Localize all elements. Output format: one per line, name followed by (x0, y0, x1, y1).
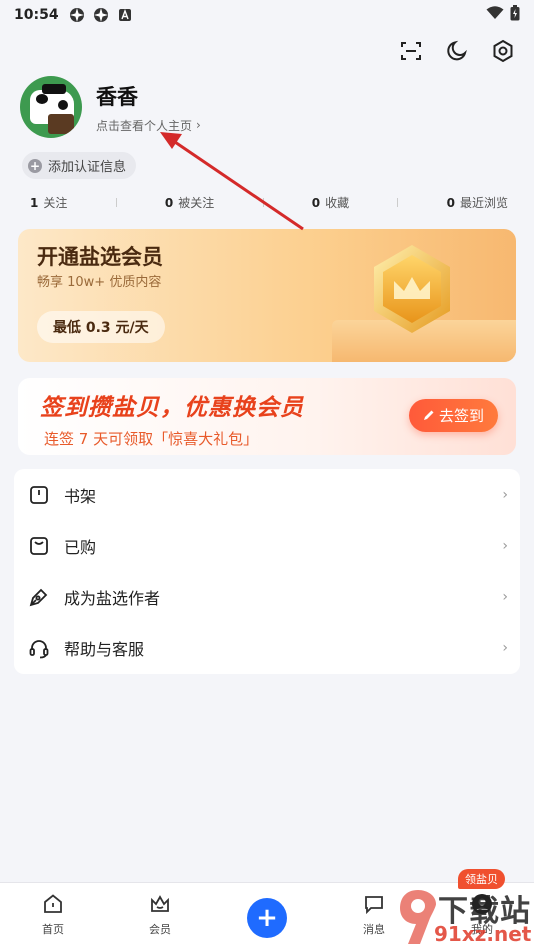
chevron-right-icon: › (196, 118, 201, 132)
scan-icon[interactable] (398, 38, 424, 64)
tab-label: 首页 (42, 923, 64, 936)
notification-a-icon (117, 7, 133, 23)
menu-item-bookshelf[interactable]: 书架 › (14, 469, 520, 520)
status-bar: 10:54 (0, 0, 534, 30)
stat-followers[interactable]: 0 被关注 (165, 194, 214, 211)
pen-icon (28, 586, 50, 608)
settings-icon[interactable] (490, 38, 516, 64)
sign-in-button[interactable]: 去签到 (408, 399, 498, 432)
stat-following[interactable]: 1 关注 (30, 194, 67, 211)
headset-icon (28, 637, 50, 659)
status-time: 10:54 (14, 7, 59, 23)
tab-home[interactable]: 首页 (23, 891, 83, 937)
battery-icon (510, 5, 520, 25)
bookshelf-icon (28, 484, 50, 506)
stat-recent[interactable]: 0 最近浏览 (447, 194, 508, 211)
menu-item-label: 帮助与客服 (64, 639, 145, 659)
stat-favorites[interactable]: 0 收藏 (312, 194, 349, 211)
purchased-icon (28, 535, 50, 557)
member-icon (147, 891, 173, 917)
vip-price-button[interactable]: 最低 0.3 元/天 (37, 311, 165, 343)
pencil-icon (423, 407, 435, 425)
menu-list: 书架 › 已购 › 成为盐选作者 › 帮助与客服 › (14, 469, 520, 674)
crown-badge-icon (374, 245, 450, 333)
sign-in-subtitle: 连签 7 天可领取「惊喜大礼包」 (44, 430, 259, 448)
top-actions (398, 38, 516, 64)
chevron-right-icon: › (502, 486, 508, 503)
site-watermark: 下载站 91xz.net (398, 886, 534, 950)
home-icon (40, 891, 66, 917)
night-mode-icon[interactable] (444, 38, 470, 64)
notification-pinwheel-icon (69, 7, 85, 23)
sign-in-title: 签到攒盐贝，优惠换会员 (40, 395, 304, 421)
add-certification-button[interactable]: + 添加认证信息 (22, 152, 137, 179)
menu-item-label: 书架 (64, 486, 97, 506)
wifi-icon (486, 6, 504, 24)
tab-member[interactable]: 会员 (130, 891, 190, 937)
vip-subtitle: 畅享 10w+ 优质内容 (37, 275, 162, 290)
menu-item-label: 成为盐选作者 (64, 588, 161, 608)
view-profile-label: 点击查看个人主页 (96, 118, 193, 133)
create-button[interactable]: + (247, 898, 287, 938)
stats-row: 1 关注 0 被关注 0 收藏 0 最近浏览 (30, 194, 508, 211)
watermark-url: 91xz.net (434, 922, 532, 946)
plus-circle-icon: + (28, 158, 42, 173)
menu-item-help[interactable]: 帮助与客服 › (14, 622, 520, 673)
profile-header[interactable]: 香香 点击查看个人主页 › (20, 76, 201, 138)
user-name: 香香 (96, 84, 138, 109)
stat-divider (115, 198, 117, 207)
stat-divider (262, 198, 264, 207)
chevron-right-icon: › (502, 537, 508, 554)
tab-label: 消息 (363, 923, 385, 936)
chevron-right-icon: › (502, 639, 508, 656)
menu-item-purchased[interactable]: 已购 › (14, 520, 520, 571)
vip-title: 开通盐选会员 (37, 245, 163, 269)
tab-messages[interactable]: 消息 (344, 891, 404, 937)
view-profile-link[interactable]: 点击查看个人主页 › (96, 117, 201, 134)
vip-membership-card[interactable]: 开通盐选会员 畅享 10w+ 优质内容 最低 0.3 元/天 (18, 229, 516, 362)
sign-in-card[interactable]: 签到攒盐贝，优惠换会员 连签 7 天可领取「惊喜大礼包」 去签到 (18, 378, 516, 455)
chevron-right-icon: › (502, 588, 508, 605)
add-certification-label: 添加认证信息 (48, 160, 127, 175)
tab-label: 会员 (149, 923, 171, 936)
menu-item-label: 已购 (64, 537, 97, 557)
menu-item-become-author[interactable]: 成为盐选作者 › (14, 571, 520, 622)
watermark-logo-icon (400, 890, 436, 944)
sign-in-button-label: 去签到 (438, 407, 484, 425)
message-icon (361, 891, 387, 917)
avatar[interactable] (20, 76, 82, 138)
stat-divider (397, 198, 399, 207)
notification-pinwheel-icon (93, 7, 109, 23)
